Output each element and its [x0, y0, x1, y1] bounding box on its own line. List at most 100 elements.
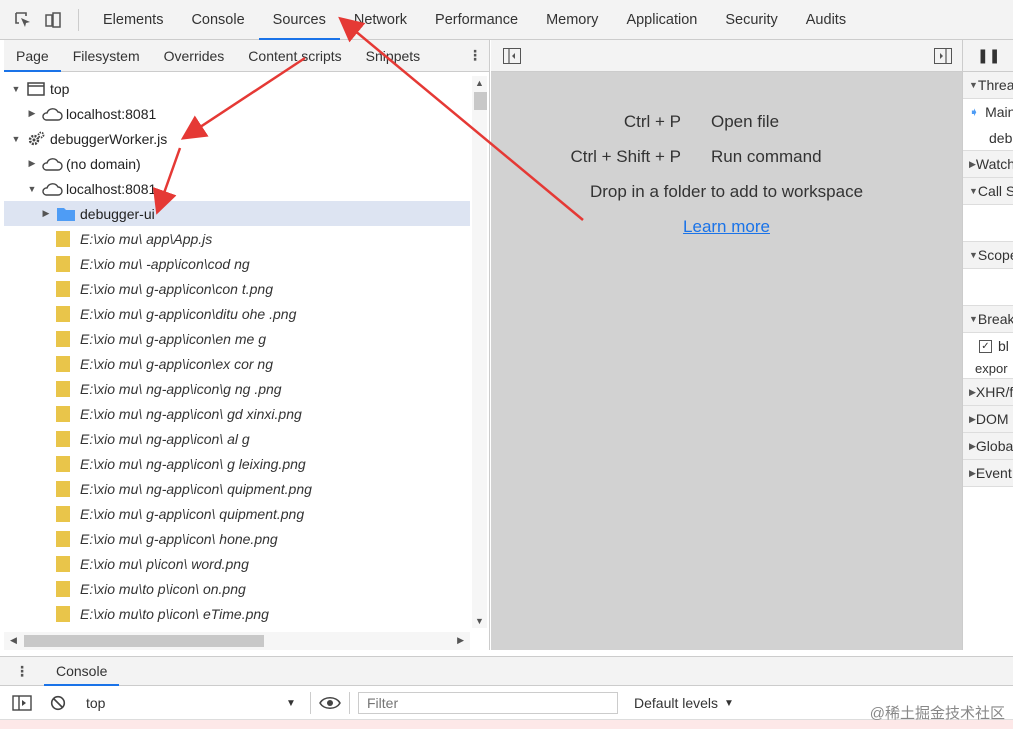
file-item[interactable]: E:\xio mu\ ng-app\icon\ g leixing.png	[4, 451, 470, 476]
section-scope[interactable]: ▼Scope	[963, 242, 1013, 269]
section-call-stack[interactable]: ▼Call Stack	[963, 178, 1013, 205]
toggle-navigator-icon[interactable]	[503, 48, 521, 64]
toolbar-divider	[310, 692, 311, 714]
file-item[interactable]: E:\xio mu\ app\App.js	[4, 226, 470, 251]
file-item[interactable]: E:\xio mu\ g-app\icon\ditu ohe .png	[4, 301, 470, 326]
scrollbar-thumb[interactable]	[474, 92, 487, 110]
toolbar-divider	[78, 8, 79, 31]
scroll-left-icon[interactable]: ◀	[10, 635, 17, 646]
device-toolbar-icon[interactable]	[38, 5, 68, 35]
section-xhr-breakpoints[interactable]: ▶XHR/fetch Breakpoints	[963, 379, 1013, 406]
navigator-more-icon[interactable]: ⋮	[461, 47, 489, 64]
file-icon	[56, 605, 70, 622]
levels-dropdown-icon[interactable]: ▼	[724, 698, 734, 709]
tree-item-localhost[interactable]: ▶ localhost:8081	[4, 101, 470, 126]
file-tree: ▼ top ▶ localhost:8081 ▼ debuggerWorker.…	[4, 76, 470, 632]
breakpoint-item[interactable]: ✓ bl	[963, 333, 1013, 359]
scroll-right-icon[interactable]: ▶	[457, 635, 464, 646]
thread-debugger-worker[interactable]: debuggerWorker.js	[963, 125, 1013, 151]
tree-item-debugger-ui[interactable]: ▶ debugger-ui	[4, 201, 470, 226]
horizontal-scrollbar[interactable]: ◀ ▶	[4, 632, 470, 650]
toolbar-divider	[349, 692, 350, 714]
file-label: E:\xio mu\ ng-app\icon\ quipment.png	[80, 480, 312, 497]
expand-right-icon[interactable]: ▶	[40, 208, 52, 219]
file-item[interactable]: E:\xio mu\ ng-app\icon\ gd xinxi.png	[4, 401, 470, 426]
subtab-snippets[interactable]: Snippets	[354, 40, 432, 72]
subtab-overrides[interactable]: Overrides	[152, 40, 237, 72]
tab-audits[interactable]: Audits	[792, 0, 860, 40]
section-global-listeners[interactable]: ▶Global Listeners	[963, 433, 1013, 460]
tab-performance[interactable]: Performance	[421, 0, 532, 40]
section-label: Call Stack	[977, 183, 1013, 199]
file-item[interactable]: E:\xio mu\ g-app\icon\en me g	[4, 326, 470, 351]
section-event-listener-breakpoints[interactable]: ▶Event Listener Breakpoints	[963, 460, 1013, 487]
tree-item-top[interactable]: ▼ top	[4, 76, 470, 101]
tab-memory[interactable]: Memory	[532, 0, 612, 40]
expand-down-icon[interactable]: ▼	[10, 84, 22, 94]
section-breakpoints[interactable]: ▼Breakpoints	[963, 306, 1013, 333]
expand-right-icon[interactable]: ▶	[26, 108, 38, 119]
file-item[interactable]: E:\xio mu\ g-app\icon\ex cor ng	[4, 351, 470, 376]
scroll-down-icon[interactable]: ▼	[475, 616, 484, 626]
context-selector[interactable]: top	[86, 695, 206, 711]
subtab-page[interactable]: Page	[4, 40, 61, 72]
vertical-scrollbar[interactable]: ▲ ▼	[472, 76, 487, 628]
expand-right-icon[interactable]: ▶	[26, 158, 38, 169]
toggle-debugger-icon[interactable]	[934, 48, 952, 64]
clear-console-icon[interactable]	[50, 695, 66, 711]
thread-main[interactable]: ➧ Main	[963, 99, 1013, 125]
tab-elements[interactable]: Elements	[89, 0, 177, 40]
file-item[interactable]: E:\xio mu\ g-app\icon\con t.png	[4, 276, 470, 301]
subtab-filesystem[interactable]: Filesystem	[61, 40, 152, 72]
pause-icon[interactable]: ❚❚	[963, 40, 1013, 72]
tree-item-debugger-worker[interactable]: ▼ debuggerWorker.js	[4, 126, 470, 151]
folder-icon	[55, 205, 77, 223]
section-threads[interactable]: ▼Threads	[963, 72, 1013, 99]
file-label: E:\xio mu\ ng-app\icon\ gd xinxi.png	[80, 405, 302, 422]
live-expression-eye-icon[interactable]	[319, 696, 341, 710]
tab-network[interactable]: Network	[340, 0, 421, 40]
scrollbar-thumb[interactable]	[24, 635, 264, 647]
section-watch[interactable]: ▶ Watch	[963, 151, 1013, 178]
section-dom-breakpoints[interactable]: ▶DOM Breakpoints	[963, 406, 1013, 433]
file-item[interactable]: E:\xio mu\ -app\icon\cod ng	[4, 251, 470, 276]
breakpoint-checkbox[interactable]: ✓	[979, 339, 992, 353]
file-label: E:\xio mu\ g-app\icon\en me g	[80, 330, 266, 347]
tab-security[interactable]: Security	[711, 0, 791, 40]
tab-console[interactable]: Console	[177, 0, 258, 40]
file-item[interactable]: E:\xio mu\ ng-app\icon\ al g	[4, 426, 470, 451]
tab-sources[interactable]: Sources	[258, 0, 340, 40]
scroll-up-icon[interactable]: ▲	[475, 78, 484, 88]
file-item[interactable]: E:\xio mu\ g-app\icon\ hone.png	[4, 526, 470, 551]
console-sidebar-icon[interactable]	[12, 695, 32, 711]
file-item[interactable]: E:\xio mu\to p\icon\ on.png	[4, 576, 470, 601]
expand-down-icon: ▼	[969, 186, 978, 196]
sources-navigator: Page Filesystem Overrides Content script…	[4, 40, 490, 650]
file-item[interactable]: E:\xio mu\ g-app\icon\ quipment.png	[4, 501, 470, 526]
section-label: Watch	[975, 156, 1013, 172]
inspect-element-icon[interactable]	[8, 5, 38, 35]
expand-right-icon: ▶	[969, 386, 976, 397]
file-label: E:\xio mu\ g-app\icon\con t.png	[80, 280, 273, 297]
expand-down-icon[interactable]: ▼	[10, 134, 22, 144]
drawer-more-icon[interactable]: ⋮	[0, 663, 44, 680]
expand-down-icon[interactable]: ▼	[26, 184, 38, 194]
file-item[interactable]: E:\xio mu\ p\icon\ word.png	[4, 551, 470, 576]
tree-item-localhost-worker[interactable]: ▼ localhost:8081	[4, 176, 470, 201]
tree-item-no-domain[interactable]: ▶ (no domain)	[4, 151, 470, 176]
cloud-icon	[41, 155, 63, 173]
file-item[interactable]: E:\xio mu\ ng-app\icon\g ng .png	[4, 376, 470, 401]
tab-application[interactable]: Application	[612, 0, 711, 40]
file-item[interactable]: E:\xio mu\ ng-app\icon\ quipment.png	[4, 476, 470, 501]
console-filter-input[interactable]	[358, 692, 618, 714]
subtab-content-scripts[interactable]: Content scripts	[236, 40, 353, 72]
file-label: E:\xio mu\ p\icon\ word.png	[80, 555, 249, 572]
learn-more-link[interactable]: Learn more	[491, 209, 962, 244]
drawer-tab-console[interactable]: Console	[44, 657, 120, 686]
file-item[interactable]: E:\xio mu\to p\icon\ eTime.png	[4, 601, 470, 626]
breakpoint-file: bl	[998, 338, 1009, 354]
shortcut-hints: Ctrl + P Open file Ctrl + Shift + P Run …	[491, 104, 962, 244]
file-icon	[56, 555, 70, 572]
log-levels-dropdown[interactable]: Default levels	[634, 695, 718, 711]
context-dropdown-icon[interactable]: ▼	[286, 698, 302, 709]
